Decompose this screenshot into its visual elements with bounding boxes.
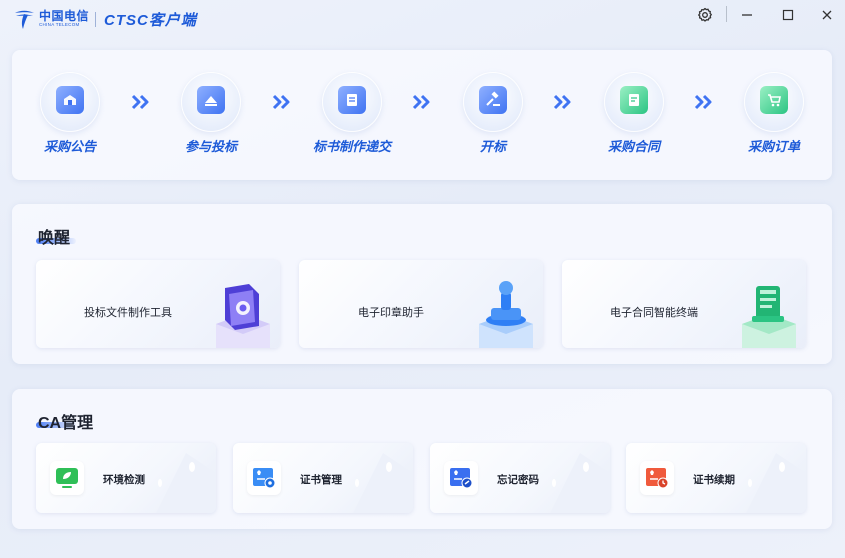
ca-section-title: CA管理 — [38, 415, 94, 432]
step-circle — [463, 72, 523, 132]
certificate-manage-icon — [247, 461, 281, 495]
card-label: 证书管理 — [300, 474, 342, 486]
step-label: 采购公告 — [43, 139, 96, 154]
card-decoration — [353, 453, 413, 513]
close-icon — [822, 10, 832, 20]
app-title: CTSC客户端 — [104, 11, 197, 29]
step-label: 开标 — [479, 139, 506, 154]
title-bar: 中国电信 CHINA TELECOM CTSC客户端 — [0, 0, 845, 36]
step-label: 采购订单 — [747, 139, 800, 154]
e-seal-assistant-card[interactable]: 电子印章助手 — [299, 260, 543, 348]
chevron-double-right-icon — [131, 94, 149, 110]
telecom-logo-icon — [15, 10, 34, 29]
card-decoration — [746, 453, 806, 513]
environment-check-icon — [50, 461, 84, 495]
chevron-double-right-icon — [694, 94, 712, 110]
ca-management-panel: CA管理 环境检测 证书管理 忘记密码 证书续期 — [12, 389, 832, 529]
close-button[interactable] — [815, 5, 839, 25]
cart-icon — [760, 86, 788, 114]
step-circle — [744, 72, 804, 132]
card-label: 投标文件制作工具 — [84, 307, 172, 319]
wake-section-title: 唤醒 — [38, 230, 71, 247]
bid-tool-icon — [216, 284, 270, 348]
step-label: 参与投标 — [184, 139, 237, 154]
environment-check-card[interactable]: 环境检测 — [36, 443, 216, 513]
step-circle — [604, 72, 664, 132]
announcement-icon — [56, 86, 84, 114]
chevron-double-right-icon — [412, 94, 430, 110]
forgot-password-icon — [444, 461, 478, 495]
seal-icon — [479, 281, 533, 348]
card-decoration — [156, 453, 216, 513]
document-submit-icon — [338, 86, 366, 114]
forgot-password-card[interactable]: 忘记密码 — [430, 443, 610, 513]
titlebar-divider — [726, 6, 727, 22]
contract-icon — [620, 86, 648, 114]
card-label: 忘记密码 — [497, 474, 539, 486]
step-circle — [40, 72, 100, 132]
chevron-double-right-icon — [553, 94, 571, 110]
contract-terminal-icon — [742, 286, 796, 348]
wake-panel: 唤醒 投标文件制作工具 电子印章助手 电子合同智能终端 — [12, 204, 832, 364]
card-label: 电子印章助手 — [358, 307, 424, 319]
step-label: 采购合同 — [607, 139, 660, 154]
step-circle — [181, 72, 241, 132]
step-circle — [322, 72, 382, 132]
card-label: 证书续期 — [693, 474, 735, 486]
card-label: 环境检测 — [103, 474, 145, 486]
settings-button[interactable] — [693, 5, 717, 25]
logo-chinese-text: 中国电信 — [39, 9, 90, 24]
gear-icon — [698, 7, 712, 22]
card-decoration — [550, 453, 610, 513]
bid-document-tool-card[interactable]: 投标文件制作工具 — [36, 260, 280, 348]
minimize-icon — [742, 14, 752, 16]
certificate-renew-icon — [640, 461, 674, 495]
step-label: 标书制作递交 — [312, 139, 391, 154]
procurement-steps-panel: 采购公告 参与投标 标书制作递交 开标 采购合同 采购订单 — [12, 50, 832, 180]
certificate-management-card[interactable]: 证书管理 — [233, 443, 413, 513]
gavel-icon — [479, 86, 507, 114]
chevron-double-right-icon — [272, 94, 290, 110]
maximize-button[interactable] — [776, 5, 800, 25]
card-label: 电子合同智能终端 — [610, 307, 698, 319]
minimize-button[interactable] — [735, 5, 759, 25]
logo-english-text: CHINA TELECOM — [39, 22, 80, 28]
china-telecom-logo: 中国电信 CHINA TELECOM CTSC客户端 — [12, 7, 197, 31]
bid-participate-icon — [197, 86, 225, 114]
maximize-icon — [782, 9, 794, 21]
certificate-renewal-card[interactable]: 证书续期 — [626, 443, 806, 513]
e-contract-terminal-card[interactable]: 电子合同智能终端 — [562, 260, 806, 348]
logo-divider — [95, 11, 97, 27]
